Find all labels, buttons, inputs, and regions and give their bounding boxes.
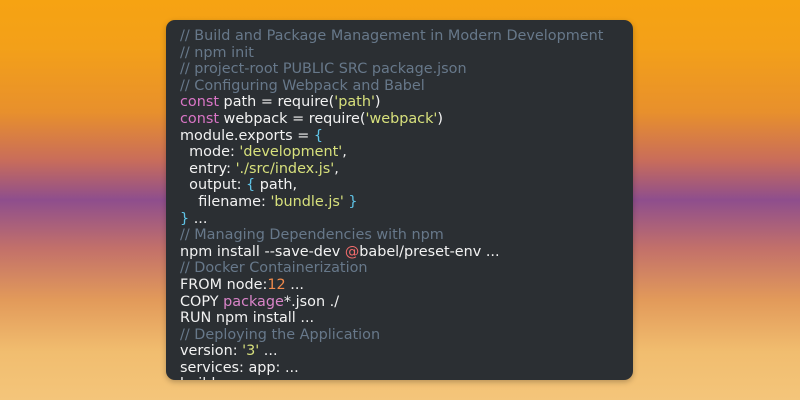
code-line: // npm init	[180, 45, 633, 62]
code-token-punct: {	[246, 177, 256, 194]
code-token-text: npm install --save-dev	[180, 243, 345, 260]
code-token-text: FROM node:	[180, 276, 268, 293]
code-token-text: mode:	[180, 144, 240, 161]
code-token-text: services: app: ...	[180, 359, 299, 376]
code-token-punct: }	[180, 210, 190, 227]
code-token-comment: // Build and Package Management in Moder…	[180, 28, 604, 44]
code-line: const path = require('path')	[180, 94, 633, 111]
code-token-text: ...	[285, 276, 304, 293]
code-line: mode: 'development',	[180, 144, 633, 161]
code-line: // Docker Containerization	[180, 260, 633, 277]
code-token-text: path,	[255, 177, 298, 194]
code-line: entry: './src/index.js',	[180, 161, 633, 178]
code-line: filename: 'bundle.js' }	[180, 194, 633, 211]
code-line: // project-root PUBLIC SRC package.json	[180, 61, 633, 78]
code-token-text: *.json ./	[283, 293, 340, 310]
code-line: } ...	[180, 211, 633, 228]
code-editor-window[interactable]: // Build and Package Management in Moder…	[166, 20, 633, 380]
code-token-text: ,	[342, 144, 347, 161]
code-token-comment: // Deploying the Application	[180, 326, 381, 343]
code-line: COPY package*.json ./	[180, 294, 633, 311]
code-line: // Build and Package Management in Moder…	[180, 28, 633, 45]
code-line: RUN npm install ...	[180, 310, 633, 327]
code-line: // Deploying the Application	[180, 327, 633, 344]
code-token-text: build: .	[180, 376, 229, 380]
code-token-string: './src/index.js'	[235, 160, 335, 177]
code-token-text: module.exports =	[180, 127, 314, 144]
code-token-string: 'development'	[239, 144, 343, 161]
code-token-text: babel/preset-env ...	[359, 243, 500, 260]
code-line: version: '3' ...	[180, 343, 633, 360]
code-token-comment: // Managing Dependencies with npm	[180, 227, 444, 244]
code-line: build: .	[180, 376, 633, 380]
code-line: output: { path,	[180, 177, 633, 194]
code-token-text: COPY	[180, 293, 224, 310]
code-token-text: filename:	[180, 193, 271, 210]
code-token-text: ,	[334, 160, 339, 177]
code-line: services: app: ...	[180, 360, 633, 377]
code-token-punct: {	[313, 127, 323, 144]
code-token-keyword: const	[180, 94, 219, 111]
code-token-text: webpack = require(	[218, 110, 366, 127]
code-line: FROM node:12 ...	[180, 277, 633, 294]
code-token-text: )	[437, 110, 443, 127]
code-token-number: 12	[267, 276, 286, 293]
code-token-comment: // Docker Containerization	[180, 260, 368, 277]
code-line: // Configuring Webpack and Babel	[180, 78, 633, 95]
code-token-text: ...	[189, 210, 208, 227]
code-token-string: 'path'	[334, 94, 375, 111]
code-line: const webpack = require('webpack')	[180, 111, 633, 128]
code-token-text: version:	[180, 343, 243, 360]
code-token-string: 'webpack'	[365, 110, 438, 127]
code-token-punct: }	[348, 193, 358, 210]
code-token-comment: // Configuring Webpack and Babel	[180, 77, 425, 94]
code-token-text: ...	[259, 343, 278, 360]
code-token-text: path = require(	[218, 94, 335, 111]
code-token-comment: // project-root PUBLIC SRC package.json	[180, 61, 467, 78]
code-line: // Managing Dependencies with npm	[180, 227, 633, 244]
code-line: module.exports = {	[180, 128, 633, 145]
code-token-decorator: @	[344, 243, 360, 260]
code-token-text: output:	[180, 177, 247, 194]
code-token-comment: // npm init	[180, 44, 254, 61]
code-token-text: )	[374, 94, 381, 111]
code-block[interactable]: // Build and Package Management in Moder…	[180, 28, 633, 380]
page-background: { "colors": { "editor_background": "#2b2…	[0, 0, 800, 400]
code-token-keyword: const	[180, 110, 219, 127]
code-token-text: entry:	[180, 160, 236, 177]
code-token-type: package	[223, 293, 284, 310]
code-token-string: 'bundle.js'	[270, 193, 344, 210]
code-token-text: RUN npm install ...	[180, 310, 315, 327]
code-token-string: '3'	[242, 343, 260, 360]
code-line: npm install --save-dev @babel/preset-env…	[180, 244, 633, 261]
